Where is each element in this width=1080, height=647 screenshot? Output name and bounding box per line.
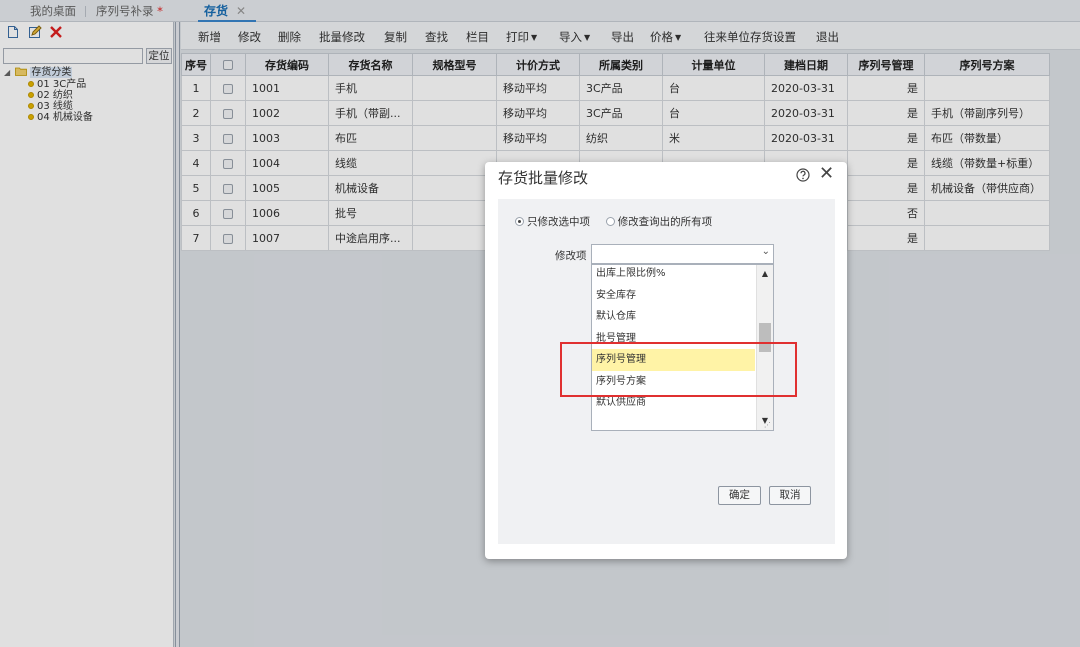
radio-all-results[interactable]: 修改查询出的所有项 xyxy=(605,216,713,228)
ok-button[interactable]: 确定 xyxy=(718,486,761,505)
radio-on-icon[interactable] xyxy=(515,217,524,226)
dropdown-option[interactable]: 默认仓库 xyxy=(592,306,755,328)
radio-selected-label: 只修改选中项 xyxy=(527,216,590,228)
modify-item-label: 修改项 xyxy=(555,250,587,262)
radio-off-icon[interactable] xyxy=(605,217,615,226)
dialog-title: 存货批量修改 xyxy=(498,169,589,187)
cancel-button[interactable]: 取消 xyxy=(769,486,811,505)
modify-item-select[interactable]: ⌄ xyxy=(591,244,774,264)
scroll-up-icon[interactable]: ▲ xyxy=(757,267,773,281)
radio-selected-only[interactable]: 只修改选中项 xyxy=(515,216,590,228)
dropdown-option[interactable]: 出库上限比例% xyxy=(592,265,755,285)
chevron-down-icon[interactable]: ⌄ xyxy=(762,246,770,257)
annotation-highlight-box xyxy=(560,342,797,397)
help-icon[interactable] xyxy=(796,168,810,182)
radio-all-label: 修改查询出的所有项 xyxy=(617,216,713,228)
resize-grip-icon[interactable]: ⋰ xyxy=(764,421,771,429)
dropdown-option[interactable]: 安全库存 xyxy=(592,285,755,307)
scope-radio-group: 只修改选中项 修改查询出的所有项 xyxy=(515,214,712,229)
close-icon[interactable]: ✕ xyxy=(819,164,834,184)
